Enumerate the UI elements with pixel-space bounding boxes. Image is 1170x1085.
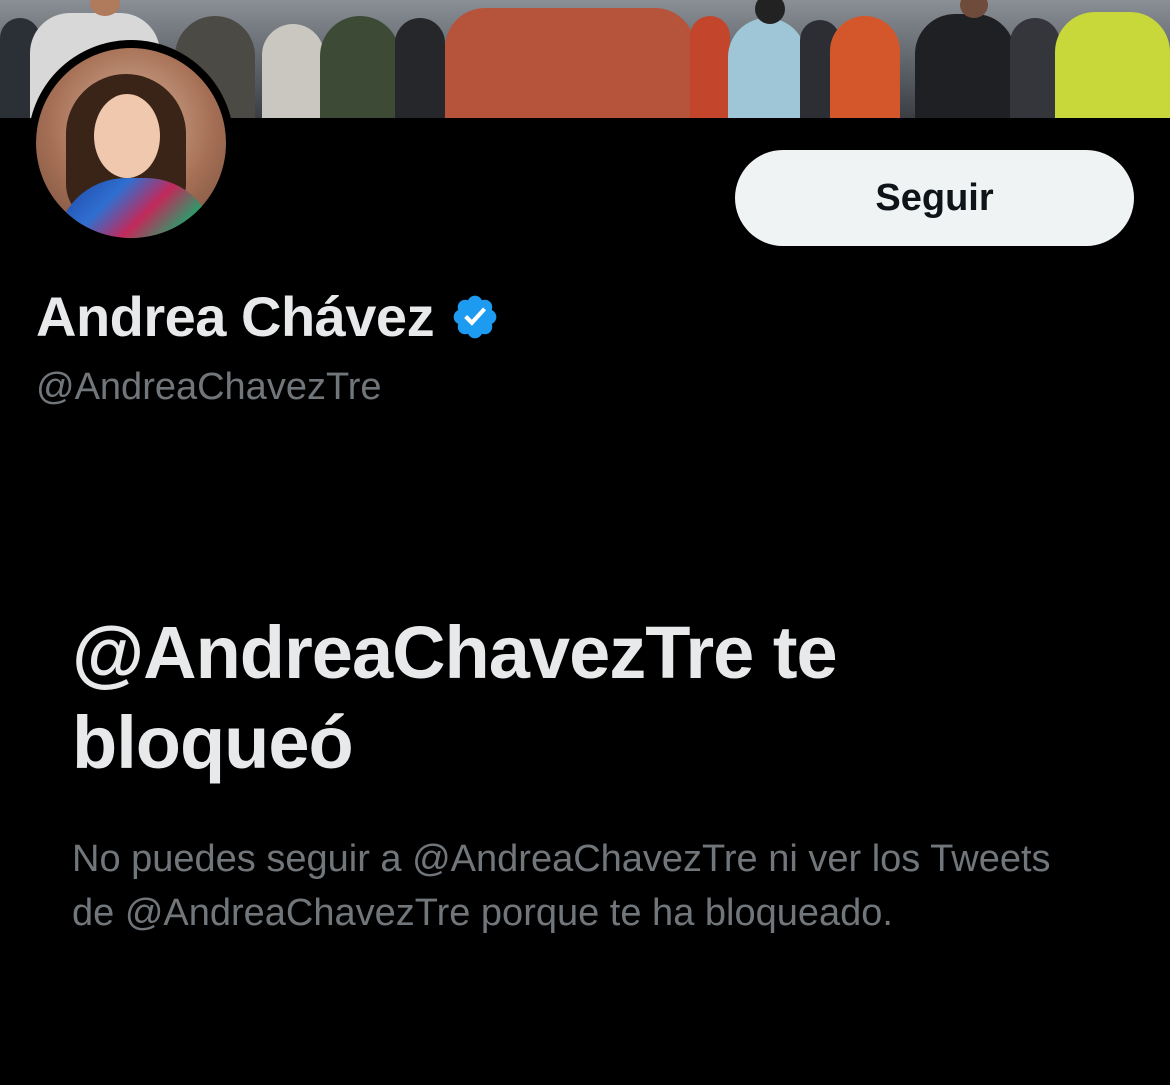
banner-crowd-shape: [728, 18, 806, 118]
verified-badge-icon[interactable]: [450, 292, 500, 342]
avatar-photo: [36, 48, 226, 238]
banner-crowd-shape: [1010, 18, 1060, 118]
avatar-face-shape: [94, 94, 160, 178]
banner-crowd-shape: [915, 14, 1015, 118]
profile-avatar[interactable]: [28, 40, 234, 246]
profile-handle: @AndreaChavezTre: [36, 366, 382, 408]
banner-crowd-shape: [320, 16, 400, 118]
blocked-message-description: No puedes seguir a @AndreaChavezTre ni v…: [72, 838, 1051, 934]
profile-name-row: Andrea Chávez: [36, 284, 500, 349]
banner-crowd-shape: [830, 16, 900, 118]
banner-crowd-shape: [395, 18, 445, 118]
profile-display-name: Andrea Chávez: [36, 285, 435, 348]
blocked-message-title: @AndreaChavezTre te bloqueó: [72, 611, 838, 784]
follow-button[interactable]: Seguir: [735, 150, 1134, 246]
banner-crowd-shape: [1055, 12, 1170, 118]
banner-crowd-shape: [690, 16, 730, 118]
banner-crowd-shape: [262, 24, 324, 118]
banner-crowd-shape: [445, 8, 695, 118]
